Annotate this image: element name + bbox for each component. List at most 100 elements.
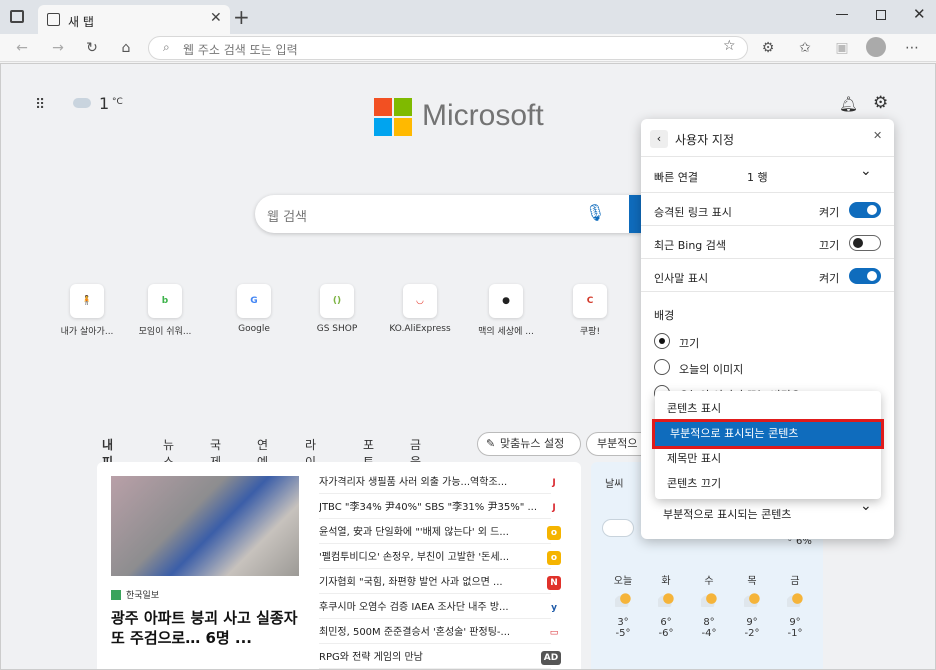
toggle-switch[interactable]: [849, 202, 881, 218]
forward-icon[interactable]: →: [48, 38, 68, 58]
quick-link[interactable]: C 쿠팡!: [552, 284, 628, 337]
quick-links-row[interactable]: 빠른 연결 1 행 ⌄: [641, 157, 894, 193]
address-placeholder: 웹 주소 검색 또는 입력: [183, 43, 298, 57]
tab-new-tab[interactable]: 새 탭 ✕: [38, 5, 230, 36]
dropdown-option[interactable]: 제목만 표시: [655, 447, 881, 471]
news-item[interactable]: RPG와 전략 게임의 만남: [319, 647, 551, 669]
quick-link-icon: ●: [489, 284, 523, 318]
chevron-down-icon[interactable]: ⌄: [860, 163, 872, 179]
web-search-box[interactable]: 웹 검색 🎙︎: [255, 195, 655, 233]
forecast-day[interactable]: 수 8° -4°: [694, 572, 724, 639]
back-chevron-icon[interactable]: ‹: [650, 130, 668, 148]
refresh-icon[interactable]: ↻: [82, 38, 102, 58]
forecast-day[interactable]: 목 9° -2°: [737, 572, 767, 639]
day-low: -1°: [787, 628, 803, 639]
news-item[interactable]: '펠컴투비디오' 손정우, 부친이 고발한 '돈세...: [319, 547, 551, 569]
news-item[interactable]: 윤석열, 安과 단일화에 "'배제 않는다' 외 드...: [319, 522, 551, 544]
maximize-button[interactable]: [876, 10, 886, 20]
more-icon[interactable]: ⋯: [902, 38, 922, 58]
news-source-icon: y: [547, 601, 561, 615]
close-tab-icon[interactable]: ✕: [210, 10, 222, 26]
panel-title: 사용자 지정: [675, 133, 735, 147]
day-low: -4°: [701, 628, 717, 639]
address-bar[interactable]: ⌕ 웹 주소 검색 또는 입력 ☆: [148, 36, 748, 60]
quick-link[interactable]: G Google: [216, 284, 292, 334]
forecast-day[interactable]: 화 6° -6°: [651, 572, 681, 639]
quick-link[interactable]: ● 맥의 세상에 ...: [468, 284, 544, 337]
background-label: 배경: [654, 309, 675, 322]
forecast-day[interactable]: 오늘 3° -5°: [608, 572, 638, 639]
cloud-icon: [603, 520, 633, 536]
quick-link-label: 내가 살아가...: [60, 327, 114, 337]
news-item[interactable]: 기자협회 "국힘, 좌편향 발언 사과 없으면 ...: [319, 572, 551, 594]
back-icon[interactable]: ←: [12, 38, 32, 58]
microphone-icon[interactable]: 🎙︎: [585, 203, 605, 222]
new-tab-button[interactable]: +: [233, 5, 250, 29]
weather-title: 날씨: [605, 479, 624, 490]
quick-link[interactable]: ◡ KO.AliExpress: [382, 284, 458, 334]
new-tab-page: ⠿ 1 °C Microsoft 🔔︎ ⚙ 웹 검색 🎙︎ 🧍 내가 살아가...…: [0, 63, 936, 670]
news-source-icon: [111, 590, 121, 600]
weather-temp[interactable]: 1: [99, 94, 109, 113]
quick-link-icon: ◡: [403, 284, 437, 318]
quick-link-icon: C: [573, 284, 607, 318]
settings-gear-icon[interactable]: ⚙: [873, 93, 888, 113]
tab-actions-icon[interactable]: [10, 10, 24, 23]
news-item[interactable]: JTBC "李34% 尹40%" SBS "李31% 尹35%" ...: [319, 497, 551, 519]
close-icon[interactable]: ✕: [873, 129, 882, 142]
extensions-icon[interactable]: ⚙: [758, 38, 778, 58]
toggle-row: 승격된 링크 표시 켜기: [641, 193, 894, 226]
day-high: 8°: [703, 617, 715, 628]
day-low: -6°: [658, 628, 674, 639]
content-display-label: 부분적으: [597, 437, 638, 450]
quick-link-icon: 🧍: [70, 284, 104, 318]
custom-news-label: 맞춤뉴스 설정: [500, 437, 565, 450]
quick-link[interactable]: b 모임이 쉬워...: [127, 284, 203, 337]
day-high: 6°: [660, 617, 672, 628]
background-option-label: 끄기: [679, 337, 700, 350]
microsoft-logo-icon: [374, 98, 412, 136]
partly-sunny-icon: [701, 593, 717, 607]
news-photo[interactable]: [111, 476, 299, 576]
background-option-label: 오늘의 이미지: [679, 363, 744, 376]
news-item[interactable]: 최민정, 500M 준준결승서 '혼성술' 판정팅-...: [319, 622, 551, 644]
quick-link-label: 쿠팡!: [579, 327, 601, 337]
add-favorite-icon[interactable]: ☆: [723, 38, 736, 54]
toggle-row: 인사말 표시 켜기: [641, 259, 894, 292]
toggle-row: 최근 Bing 검색 끄기: [641, 226, 894, 259]
tab-title: 새 탭: [68, 15, 94, 29]
toggle-label: 최근 Bing 검색: [654, 239, 727, 252]
toggle-switch[interactable]: [849, 268, 881, 284]
favorites-icon[interactable]: ✩: [795, 38, 815, 58]
news-item[interactable]: 후쿠시마 오염수 검증 IAEA 조사단 내주 방...: [319, 597, 551, 619]
toggle-knob: [853, 238, 863, 248]
apps-grid-icon[interactable]: ⠿: [35, 97, 45, 113]
news-item[interactable]: 자가격리자 생필품 사러 외출 가능...역학조...: [319, 472, 551, 494]
background-radio[interactable]: [654, 333, 670, 349]
toggle-knob: [867, 271, 877, 281]
news-headline[interactable]: 광주 아파트 붕괴 사고 실종자 또 주검으로… 6명 ...: [111, 608, 301, 648]
dropdown-option[interactable]: 콘텐츠 끄기: [655, 472, 881, 496]
home-icon[interactable]: ⌂: [116, 38, 136, 58]
toggle-label: 인사말 표시: [654, 272, 709, 285]
toggle-knob: [867, 205, 877, 215]
dropdown-option[interactable]: 부분적으로 표시되는 콘텐츠: [652, 419, 884, 449]
notifications-icon[interactable]: 🔔︎: [839, 95, 858, 113]
quick-links-label: 빠른 연결: [654, 171, 698, 184]
dropdown-option[interactable]: 콘텐츠 표시: [655, 397, 881, 421]
profile-avatar[interactable]: [866, 37, 886, 57]
forecast-day[interactable]: 금 9° -1°: [780, 572, 810, 639]
collections-icon[interactable]: ▣: [832, 38, 852, 58]
quick-link[interactable]: 🧍 내가 살아가...: [49, 284, 125, 337]
minimize-button[interactable]: [836, 14, 848, 15]
day-high: 9°: [746, 617, 758, 628]
browser-toolbar: ← → ↻ ⌂ ⌕ 웹 주소 검색 또는 입력 ☆ ⚙ ✩ ▣ ⋯: [0, 34, 936, 62]
news-source-icon: o: [547, 526, 561, 540]
toggle-switch[interactable]: [849, 235, 881, 251]
background-radio[interactable]: [654, 359, 670, 375]
chevron-down-icon[interactable]: ⌄: [860, 498, 872, 514]
custom-news-button[interactable]: ✎ 맞춤뉴스 설정: [477, 432, 581, 456]
quick-link[interactable]: () GS SHOP: [299, 284, 375, 334]
news-source-icon: ▭: [547, 626, 561, 640]
close-window-button[interactable]: ✕: [913, 5, 926, 23]
